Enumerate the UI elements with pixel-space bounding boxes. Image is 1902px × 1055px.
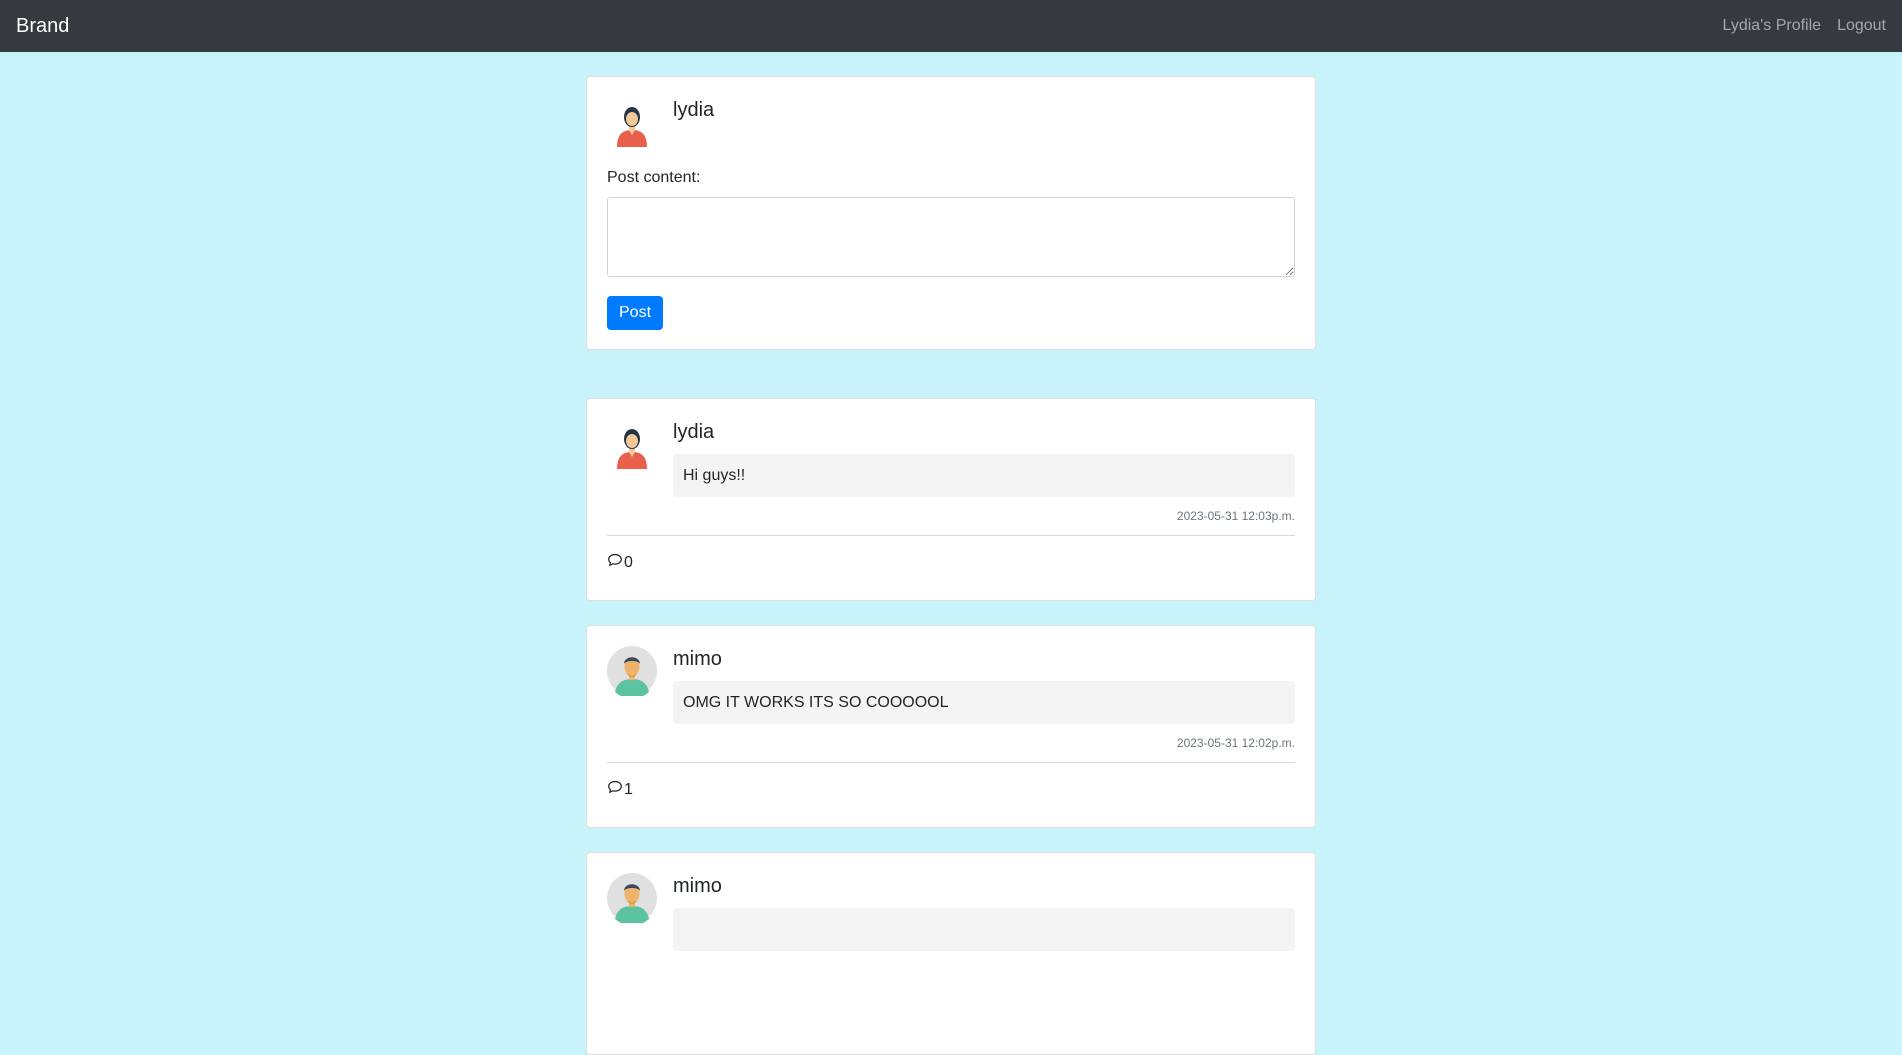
- post-content: OMG IT WORKS ITS SO COOOOOL: [673, 681, 1295, 724]
- comment-bubble-icon: [607, 552, 624, 573]
- compose-card: lydia Post content: Post: [586, 76, 1316, 350]
- post-card: mimo: [586, 852, 1316, 1055]
- post-card: mimo OMG IT WORKS ITS SO COOOOOL 2023-05…: [586, 625, 1316, 828]
- comment-count-button[interactable]: 1: [607, 779, 1295, 800]
- avatar-male-icon: [607, 646, 657, 696]
- post-username: mimo: [673, 648, 722, 670]
- post-timestamp: 2023-05-31 12:02p.m.: [1176, 736, 1295, 750]
- comment-bubble-icon: [607, 779, 624, 800]
- post-content-label: Post content:: [607, 169, 701, 186]
- nav-links: Lydia's Profile Logout: [1723, 17, 1886, 35]
- avatar-male-icon: [607, 873, 657, 923]
- profile-link[interactable]: Lydia's Profile: [1723, 17, 1822, 35]
- avatar-female-icon: [607, 97, 657, 147]
- comment-count: 1: [624, 780, 633, 798]
- logout-link[interactable]: Logout: [1837, 17, 1886, 35]
- post-content-input[interactable]: [607, 197, 1295, 277]
- avatar-female-icon: [607, 419, 657, 469]
- post-divider: [607, 762, 1295, 763]
- post-content: Hi guys!!: [673, 454, 1295, 497]
- post-timestamp: 2023-05-31 12:03p.m.: [1176, 509, 1295, 523]
- post-divider: [607, 535, 1295, 536]
- post-username: lydia: [673, 421, 715, 443]
- post-content: [673, 908, 1295, 951]
- navbar: Brand Lydia's Profile Logout: [0, 0, 1902, 52]
- comment-count-button[interactable]: 0: [607, 552, 1295, 573]
- brand-link[interactable]: Brand: [16, 15, 69, 38]
- main-content: lydia Post content: Post lydia Hi guys!!…: [586, 52, 1316, 1055]
- post-username: mimo: [673, 875, 722, 897]
- comment-count: 0: [624, 553, 633, 571]
- post-button[interactable]: Post: [607, 296, 664, 330]
- compose-username: lydia: [673, 99, 715, 121]
- post-card: lydia Hi guys!! 2023-05-31 12:03p.m. 0: [586, 398, 1316, 601]
